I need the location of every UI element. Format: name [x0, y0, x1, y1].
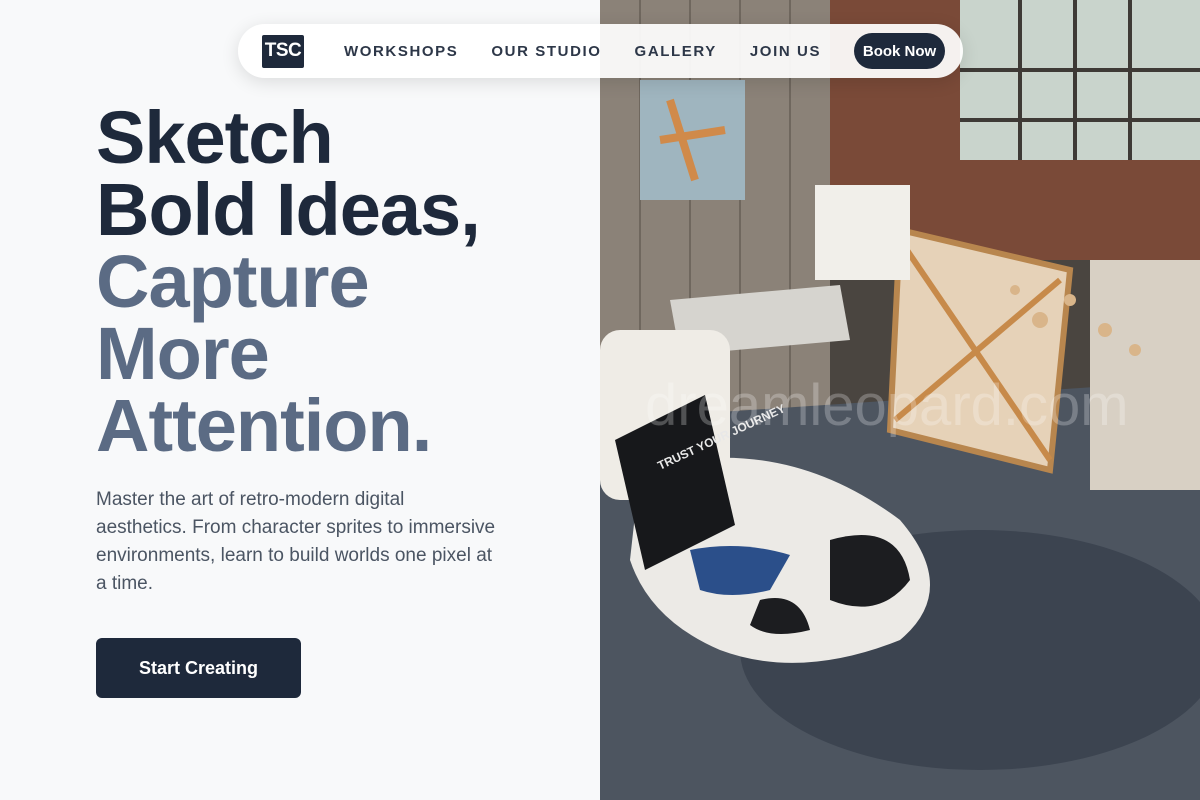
start-creating-button[interactable]: Start Creating: [96, 638, 301, 698]
watermark-text: dreamleopard.com: [645, 373, 1129, 438]
headline-line-3: Capture: [96, 240, 370, 323]
logo[interactable]: TSC: [262, 34, 304, 68]
headline-line-1: Sketch: [96, 96, 334, 179]
hero-headline: Sketch Bold Ideas, Capture More Attentio…: [96, 96, 481, 467]
nav-link-gallery[interactable]: GALLERY: [635, 43, 717, 60]
top-navbar: TSC WORKSHOPS OUR STUDIO GALLERY JOIN US…: [238, 24, 963, 78]
book-now-button[interactable]: Book Now: [854, 33, 945, 69]
nav-link-workshops[interactable]: WORKSHOPS: [344, 43, 458, 60]
nav-link-our-studio[interactable]: OUR STUDIO: [491, 43, 601, 60]
hero-description: Master the art of retro-modern digital a…: [96, 489, 496, 594]
headline-line-2: Bold Ideas,: [96, 168, 481, 251]
headline-line-4: More: [96, 312, 270, 395]
headline-line-5: Attention.: [96, 384, 432, 467]
nav-link-join-us[interactable]: JOIN US: [750, 43, 821, 60]
nav-links: WORKSHOPS OUR STUDIO GALLERY JOIN US: [344, 43, 854, 60]
hero-section: Sketch Bold Ideas, Capture More Attentio…: [0, 0, 600, 800]
studio-photo: TRUST YOUR JOURNEY dreamleopard.com: [600, 0, 1200, 800]
